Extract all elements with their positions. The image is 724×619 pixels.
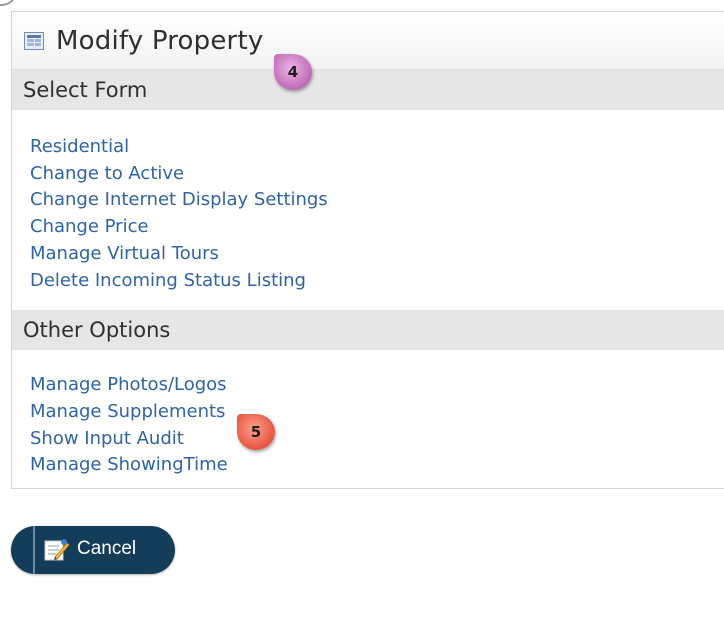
other-options-links: Manage Photos/Logos Manage Supplements S… [12,350,724,488]
link-manage-virtual-tours[interactable]: Manage Virtual Tours [30,241,724,268]
select-form-links: Residential Change to Active Change Inte… [12,110,724,310]
cancel-button-divider [33,526,35,574]
corner-circle-decoration [0,0,16,6]
section-other-options: Other Options [12,310,724,351]
edit-cancel-icon [44,539,70,561]
link-change-internet-display-settings[interactable]: Change Internet Display Settings [30,187,724,214]
callout-step-5: 5 [237,414,275,450]
link-manage-showingtime[interactable]: Manage ShowingTime [30,452,724,479]
page-title: Modify Property [56,25,264,56]
link-manage-supplements[interactable]: Manage Supplements [30,399,724,426]
link-delete-incoming-status-listing[interactable]: Delete Incoming Status Listing [30,268,724,295]
modify-property-page: Modify Property Select Form Residential … [0,0,724,619]
link-change-to-active[interactable]: Change to Active [30,161,724,188]
modify-property-panel: Modify Property Select Form Residential … [11,11,724,489]
link-residential[interactable]: Residential [30,134,724,161]
form-grid-icon [24,31,44,50]
section-select-form: Select Form [12,70,724,110]
link-manage-photos-logos[interactable]: Manage Photos/Logos [30,372,724,399]
panel-header: Modify Property [12,12,724,70]
cancel-button-label: Cancel [77,538,137,559]
cancel-button[interactable]: Cancel [11,526,175,574]
callout-step-4: 4 [274,54,312,90]
link-show-input-audit[interactable]: Show Input Audit [30,426,724,453]
link-change-price[interactable]: Change Price [30,214,724,241]
